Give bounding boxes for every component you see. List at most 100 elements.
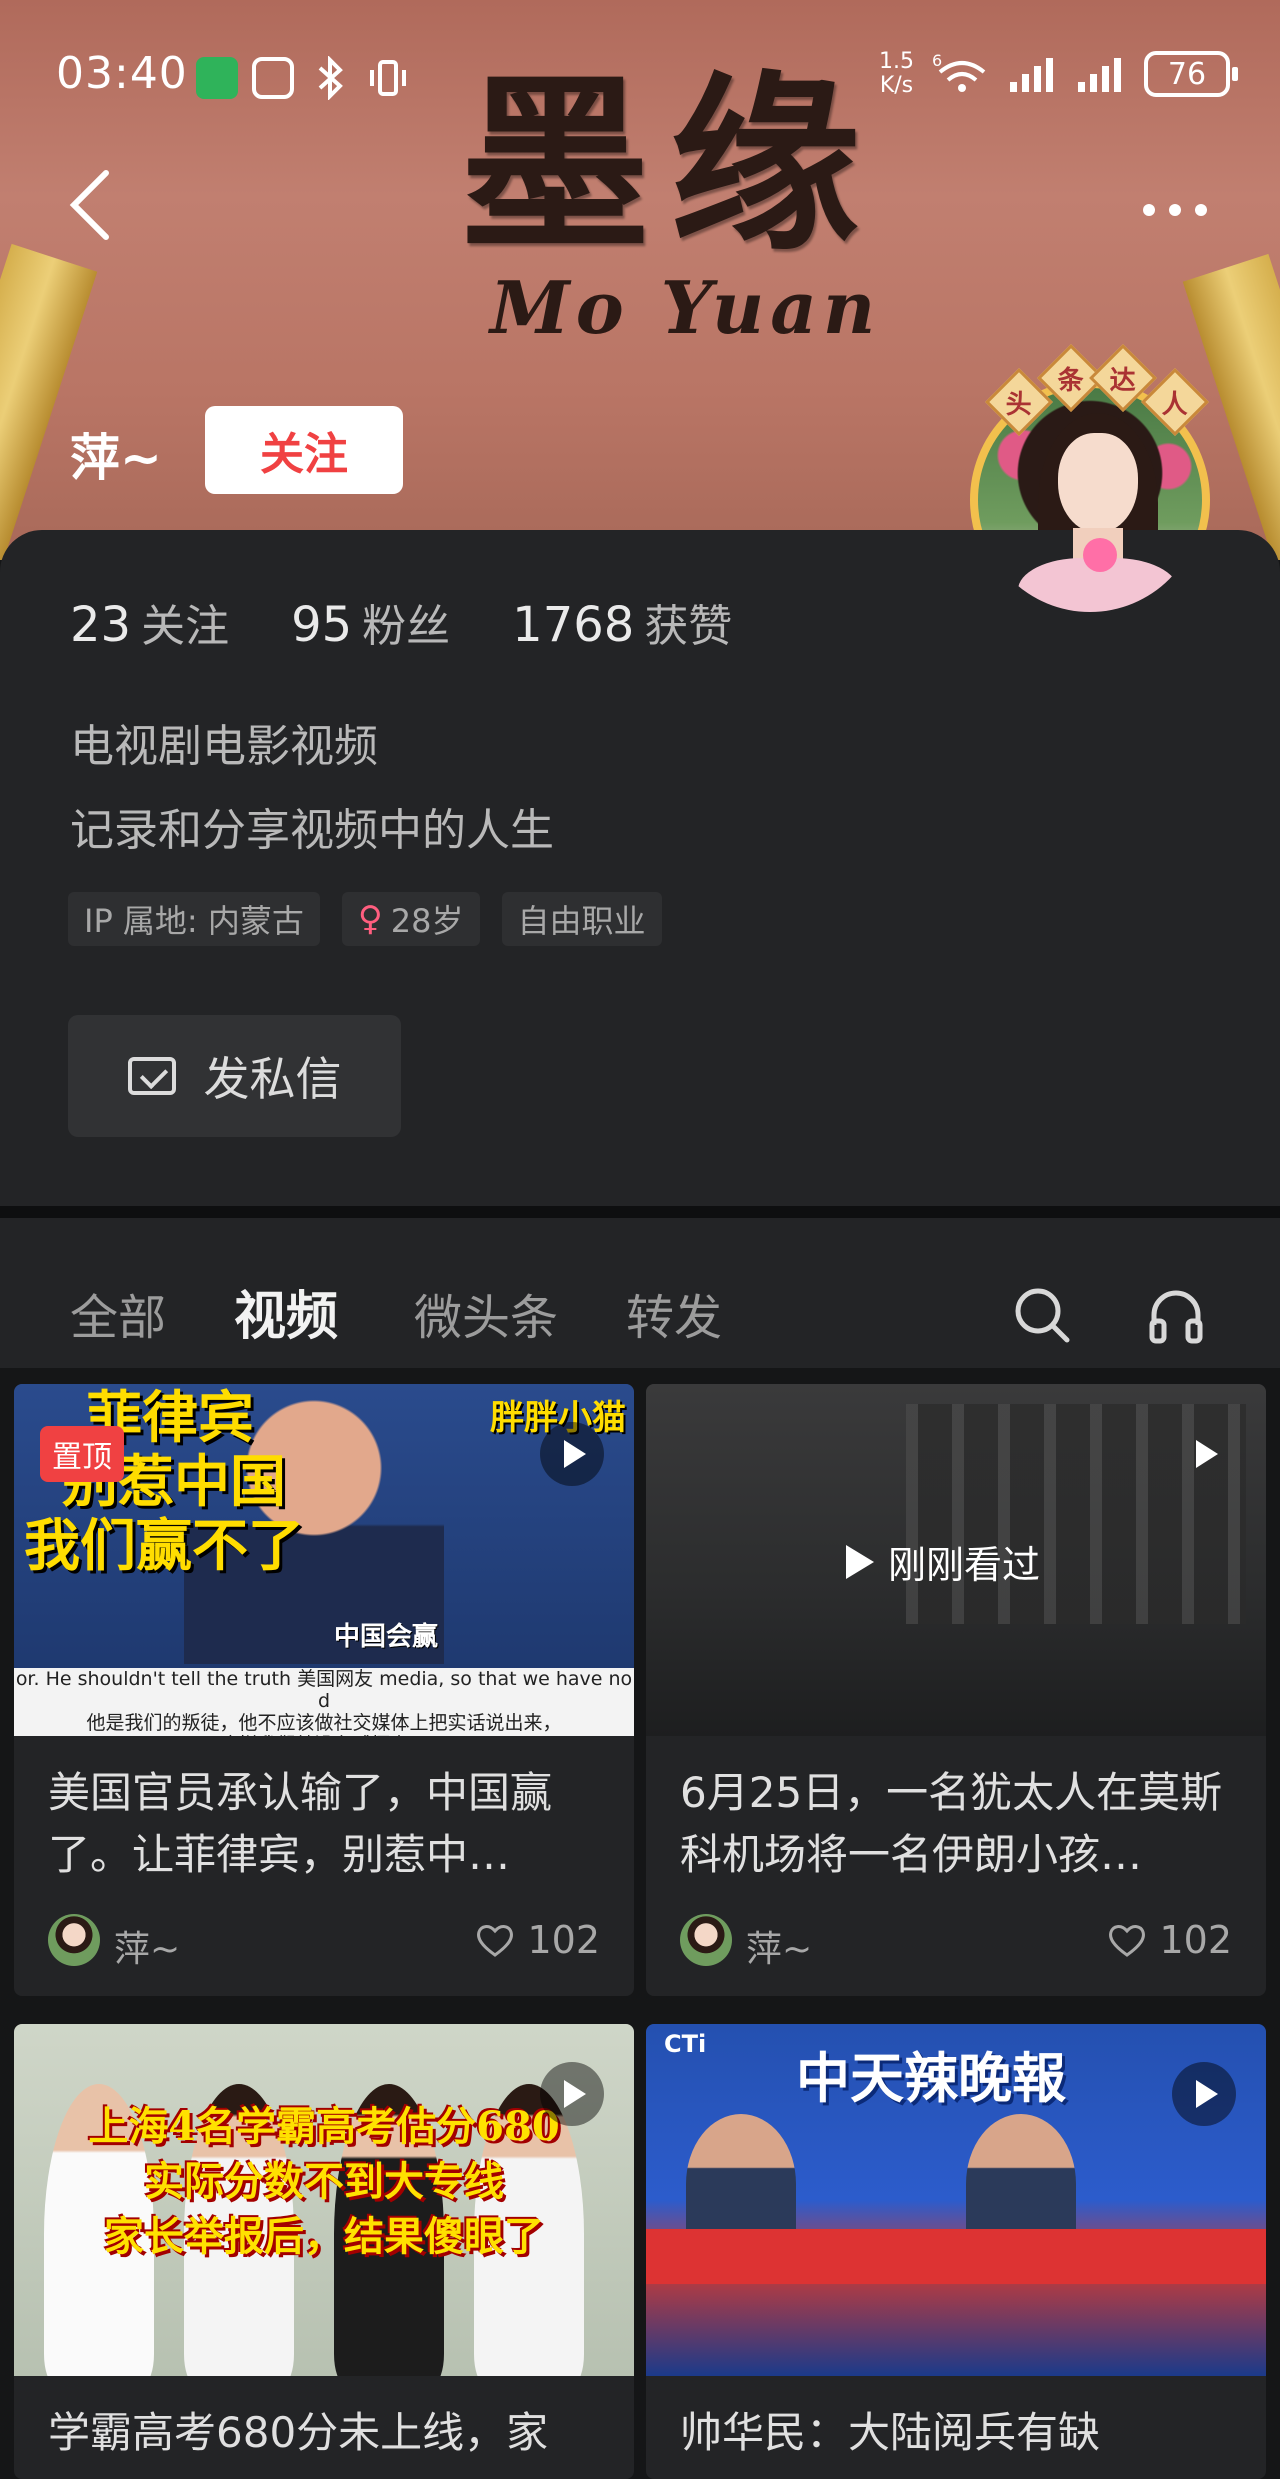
section-divider [0, 1206, 1280, 1218]
search-icon[interactable] [1012, 1285, 1072, 1345]
play-icon [540, 2062, 604, 2126]
tag-occupation: 自由职业 [501, 892, 662, 946]
like-count[interactable]: 102 [475, 1918, 600, 1962]
bluetooth-icon [318, 56, 343, 100]
video-title[interactable]: 帅华民：大陆阅兵有缺 [646, 2376, 1266, 2479]
video-thumbnail[interactable]: 菲律宾 别惹中国 我们赢不了 胖胖小猫 中国会赢 or. He shouldn'… [14, 1384, 634, 1736]
video-thumbnail[interactable]: 上海4名学霸高考估分680 实际分数不到大专线 家长举报后，结果傻眼了 [14, 2024, 634, 2376]
tab-all[interactable]: 全部 [70, 1278, 166, 1348]
status-system-icons: 1.5 K/s 6 76 [879, 50, 1238, 98]
author-avatar[interactable] [680, 1914, 732, 1966]
stat-label: 关注 [141, 601, 230, 652]
tag-ip-location: IP 属地: 内蒙古 [68, 892, 320, 946]
video-card[interactable]: 刚刚看过 6月25日，一名犹太人在莫斯科机场将一名伊朗小孩… 萍~ 102 [646, 1384, 1266, 1996]
stat-label: 粉丝 [362, 601, 451, 652]
profile-panel: 23 关注 95 粉丝 1768 获赞 电视剧电影视频 记录和分享视频中的人生 … [0, 530, 1280, 1210]
stat-following[interactable]: 23 关注 [70, 590, 229, 654]
net-speed-value: 1.5 K/s [879, 49, 914, 98]
play-icon [1172, 2062, 1236, 2126]
app-notification-icon [196, 57, 238, 99]
thumbnail-text: 实际分数不到大专线 [144, 2158, 504, 2205]
badge-char: 条 [1057, 365, 1085, 396]
thumbnail-text: 家长举报后，结果傻眼了 [104, 2213, 544, 2260]
badge-char: 人 [1161, 389, 1189, 420]
wifi-icon: 6 [932, 52, 986, 92]
video-title[interactable]: 6月25日，一名犹太人在莫斯科机场将一名伊朗小孩… [646, 1736, 1266, 1896]
profile-stats: 23 关注 95 粉丝 1768 获赞 [70, 590, 732, 654]
play-icon [1172, 1422, 1236, 1486]
tab-reposts[interactable]: 转发 [626, 1278, 722, 1348]
author-avatar[interactable] [48, 1914, 100, 1966]
like-count-value: 102 [1159, 1918, 1232, 1962]
thumbnail-text: 中天辣晚報 [796, 2046, 1066, 2110]
thumbnail-desk [646, 2229, 1266, 2284]
back-button[interactable] [60, 165, 120, 245]
video-title[interactable]: 学霸高考680分未上线，家 [14, 2376, 634, 2479]
mail-icon [127, 1057, 176, 1095]
stat-number: 23 [70, 597, 132, 653]
more-icon-dot [1195, 204, 1207, 216]
send-message-label: 发私信 [203, 1052, 342, 1106]
channel-logo: CTi [664, 2030, 707, 2058]
more-button[interactable] [1130, 180, 1220, 240]
video-title[interactable]: 美国官员承认输了，中国赢了。让菲律宾，别惹中… [14, 1736, 634, 1896]
creator-badge: 头 条 达 人 [985, 340, 1209, 436]
bio-line: 记录和分享视频中的人生 [70, 805, 554, 856]
status-notification-icons [196, 56, 410, 100]
banner-gold-ornament-left [0, 243, 98, 560]
back-icon [69, 170, 109, 240]
profile-tags: IP 属地: 内蒙古 ♀ 28岁 自由职业 [68, 892, 662, 946]
video-meta: 萍~ 102 [646, 1896, 1266, 1992]
bio-line: 电视剧电影视频 [70, 721, 378, 772]
stat-fans[interactable]: 95 粉丝 [291, 590, 450, 654]
tag-age: 28岁 [390, 902, 464, 940]
profile-name: 萍~ [70, 429, 162, 487]
video-thumbnail[interactable]: 刚刚看过 [646, 1384, 1266, 1736]
thumbnail-caption: 中国会赢 [334, 1622, 439, 1652]
banner-calligraphy-english: Mo Yuan [490, 265, 882, 350]
stat-label: 获赞 [644, 601, 733, 652]
heart-icon [1109, 1925, 1146, 1957]
recently-watched-label: 刚刚看过 [888, 1543, 1041, 1587]
like-count-value: 102 [527, 1918, 600, 1962]
stat-number: 95 [291, 597, 353, 653]
battery-indicator: 76 [1144, 51, 1238, 97]
badge-char: 头 [1005, 389, 1033, 420]
wifi-tag: 6 [932, 52, 942, 70]
follow-button[interactable]: 关注 [205, 406, 403, 494]
battery-level: 76 [1167, 56, 1207, 92]
more-icon-dot [1143, 204, 1155, 216]
avatar-face [1058, 433, 1138, 533]
status-time: 03:40 [56, 48, 188, 99]
stat-likes[interactable]: 1768 获赞 [512, 590, 732, 654]
status-bar: 03:40 1.5 K/s 6 76 [0, 40, 1280, 110]
heart-icon [477, 1925, 514, 1957]
video-meta: 萍~ 102 [14, 1896, 634, 1992]
video-card[interactable]: 菲律宾 别惹中国 我们赢不了 胖胖小猫 中国会赢 or. He shouldn'… [14, 1384, 634, 1996]
stat-number: 1768 [512, 597, 635, 653]
net-speed: 1.5 K/s [879, 50, 914, 98]
like-count[interactable]: 102 [1107, 1918, 1232, 1962]
play-icon [846, 1544, 874, 1579]
pinned-badge: 置顶 [40, 1426, 124, 1482]
thumbnail-image: CTi 中天辣晚報 [646, 2024, 1266, 2376]
thumbnail-image: 上海4名学霸高考估分680 实际分数不到大专线 家长举报后，结果傻眼了 [14, 2024, 634, 2376]
video-card[interactable]: CTi 中天辣晚報 帅华民：大陆阅兵有缺 [646, 2024, 1266, 2479]
thumbnail-text: 我们赢不了 [24, 1513, 304, 1579]
author-name[interactable]: 萍~ [114, 1920, 180, 1972]
thumbnail-subtitle: or. He shouldn't tell the truth 美国网友 med… [14, 1668, 634, 1736]
tab-video[interactable]: 视频 [234, 1274, 338, 1349]
video-grid: 菲律宾 别惹中国 我们赢不了 胖胖小猫 中国会赢 or. He shouldn'… [0, 1368, 1280, 2479]
video-card[interactable]: 上海4名学霸高考估分680 实际分数不到大专线 家长举报后，结果傻眼了 学霸高考… [14, 2024, 634, 2479]
content-tabs: 全部 视频 微头条 转发 [0, 1218, 1280, 1368]
video-thumbnail[interactable]: CTi 中天辣晚報 [646, 2024, 1266, 2376]
avatar-flower [1083, 538, 1117, 572]
tag-gender-age: ♀ 28岁 [341, 892, 480, 946]
send-message-button[interactable]: 发私信 [68, 1015, 401, 1137]
headphone-icon[interactable] [1146, 1285, 1206, 1345]
signal-icon-1 [1010, 58, 1053, 92]
play-icon [540, 1422, 604, 1486]
vibrate-icon [370, 60, 406, 96]
author-name[interactable]: 萍~ [746, 1920, 812, 1972]
tab-micro-posts[interactable]: 微头条 [414, 1278, 558, 1348]
